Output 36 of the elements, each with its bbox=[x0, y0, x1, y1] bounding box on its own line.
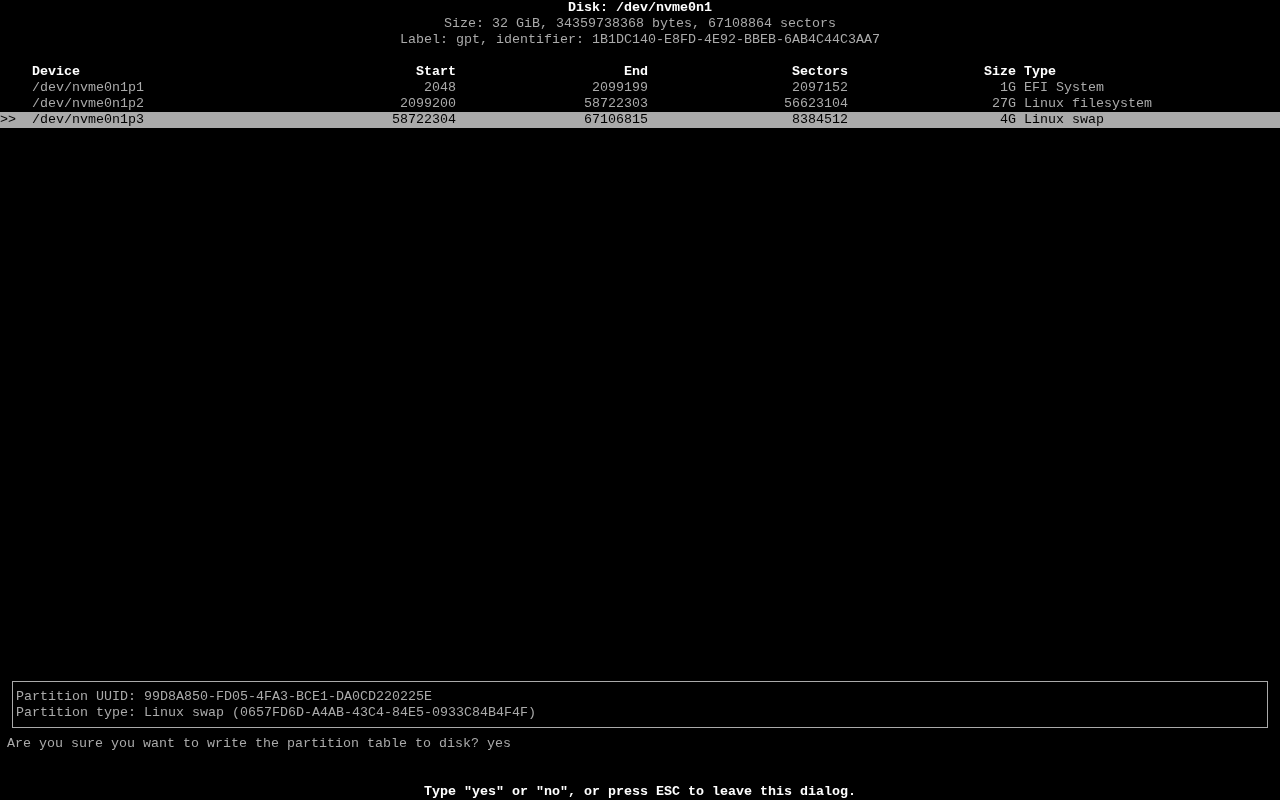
partition-info-line: Partition UUID: 99D8A850-FD05-4FA3-BCE1-DA0CD220225E bbox=[16, 689, 432, 704]
table-cell: /dev/nvme0n1p3 bbox=[32, 112, 144, 127]
disk-label-info: Label: gpt, identifier: 1B1DC140-E8FD-4E92-BBEB-6AB4C44C3AA7 bbox=[400, 32, 880, 48]
table-cell: Linux swap bbox=[1024, 112, 1104, 127]
disk-size-info: Size: 32 GiB, 34359738368 bytes, 67108864 sectors bbox=[444, 16, 836, 32]
column-header: End bbox=[624, 64, 648, 79]
table-cell: 8384512 bbox=[792, 112, 848, 127]
column-header: Size bbox=[984, 64, 1016, 79]
table-cell: /dev/nvme0n1p2 bbox=[32, 96, 144, 111]
disk-title: Disk: /dev/nvme0n1 bbox=[568, 0, 712, 16]
table-cell: 58722303 bbox=[584, 96, 648, 111]
answer-field[interactable]: yes bbox=[478, 736, 547, 752]
table-cell: 2099200 bbox=[400, 96, 456, 111]
table-cell: 58722304 bbox=[392, 112, 456, 127]
column-header: Device bbox=[32, 64, 80, 79]
table-cell: 1G bbox=[1000, 80, 1016, 95]
table-cell: Linux filesystem bbox=[1024, 96, 1152, 111]
table-cell: 4G bbox=[1000, 112, 1016, 127]
table-cell: /dev/nvme0n1p1 bbox=[32, 80, 144, 95]
table-cell: 2097152 bbox=[792, 80, 848, 95]
partition-row[interactable]: /dev/nvme0n1p1 2048 2099199 2097152 1G EFI System bbox=[0, 80, 1280, 96]
column-header: Type bbox=[1024, 64, 1056, 79]
table-cell: 2099199 bbox=[592, 80, 648, 95]
column-header: Sectors bbox=[792, 64, 848, 79]
table-cell: EFI System bbox=[1024, 80, 1104, 95]
selection-marker: >> bbox=[0, 112, 16, 127]
table-cell: 56623104 bbox=[784, 96, 848, 111]
confirm-question: Are you sure you want to write the partition table to disk? bbox=[7, 736, 479, 752]
table-cell: 27G bbox=[992, 96, 1016, 111]
partition-row[interactable]: /dev/nvme0n1p2 2099200 58722303 56623104 27G Linux filesystem bbox=[0, 96, 1280, 112]
column-header: Start bbox=[416, 64, 456, 79]
hint-text: Type "yes" or "no", or press ESC to leave this dialog. bbox=[424, 784, 856, 800]
partition-row[interactable]: >> /dev/nvme0n1p3 58722304 67106815 8384512 4G Linux swap bbox=[0, 112, 1280, 128]
table-cell: 2048 bbox=[424, 80, 456, 95]
table-cell: 67106815 bbox=[584, 112, 648, 127]
partition-info-line: Partition type: Linux swap (0657FD6D-A4AB-43C4-84E5-0933C84B4F4F) bbox=[16, 705, 536, 720]
